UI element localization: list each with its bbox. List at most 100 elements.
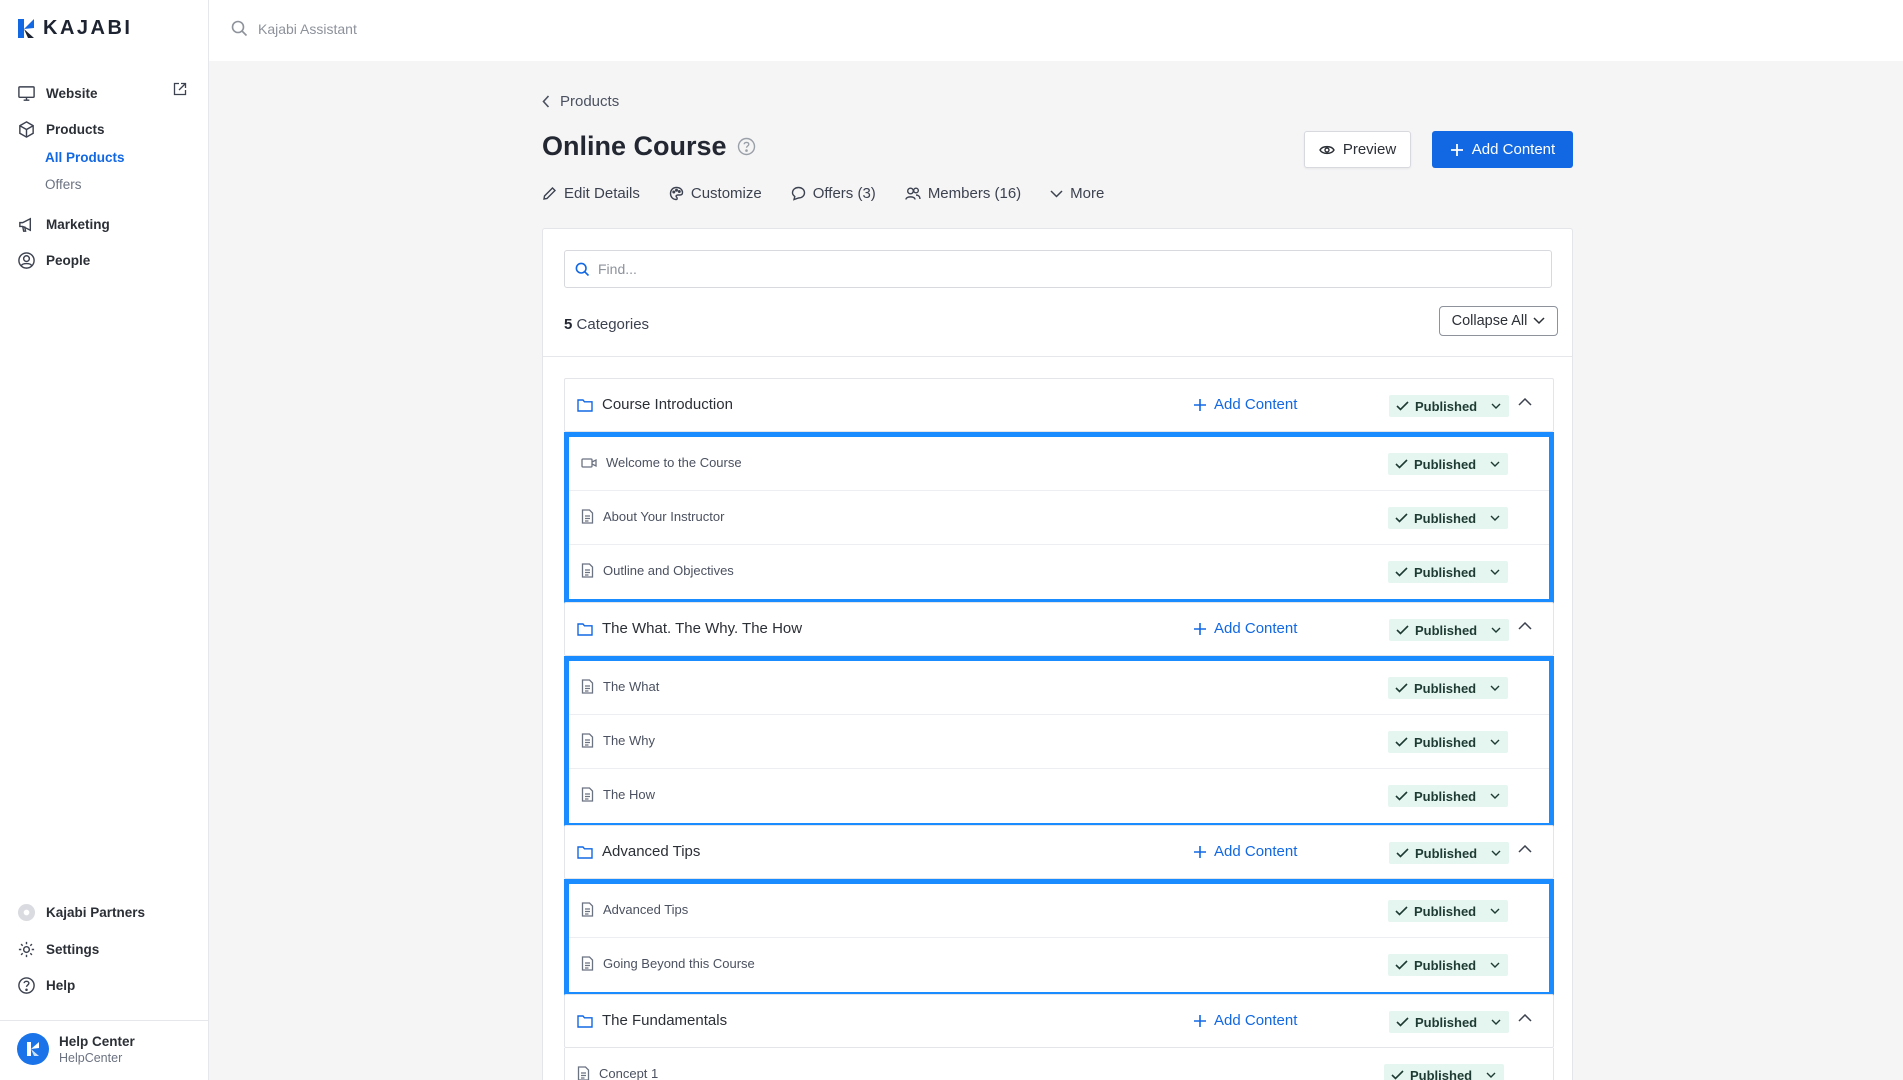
- document-icon: [581, 509, 594, 524]
- category-header[interactable]: Advanced Tips Add Content Published: [564, 825, 1554, 879]
- tab-edit-details[interactable]: Edit Details: [542, 185, 640, 202]
- category-header[interactable]: The What. The Why. The How Add Content Pub…: [564, 602, 1554, 656]
- category-add-content-button[interactable]: Add Content: [1193, 843, 1297, 860]
- chevron-down-icon: [1490, 962, 1500, 968]
- category-collapse-toggle[interactable]: [1518, 622, 1532, 630]
- help-circle-icon: [18, 977, 35, 994]
- status-dropdown[interactable]: Published: [1388, 900, 1508, 922]
- document-icon: [581, 902, 594, 917]
- lesson-row[interactable]: The What Published: [569, 661, 1549, 715]
- tab-label: Offers (3): [812, 185, 876, 202]
- category-header[interactable]: The Fundamentals Add Content Published: [564, 994, 1554, 1048]
- status-dropdown[interactable]: Published: [1389, 395, 1509, 417]
- status-dropdown[interactable]: Published: [1388, 561, 1508, 583]
- status-label: Published: [1414, 564, 1477, 580]
- status-dropdown[interactable]: Published: [1388, 507, 1508, 529]
- lesson-row[interactable]: The How Published: [569, 769, 1549, 823]
- folder-icon: [577, 622, 593, 636]
- chevron-down-icon: [1533, 317, 1545, 325]
- tag-icon: [791, 186, 805, 201]
- collapse-all-button[interactable]: Collapse All: [1439, 306, 1558, 336]
- lesson-row[interactable]: Welcome to the Course Published: [569, 437, 1549, 491]
- find-field[interactable]: [564, 250, 1552, 288]
- sidebar-item-all-products[interactable]: All Products: [45, 150, 125, 165]
- lesson-title: Going Beyond this Course: [581, 956, 755, 971]
- plus-icon: [1194, 845, 1206, 858]
- check-icon: [1395, 513, 1408, 523]
- lesson-row[interactable]: The Why Published: [569, 715, 1549, 769]
- status-dropdown[interactable]: Published: [1389, 1011, 1509, 1033]
- sidebar-item-website[interactable]: Website: [17, 84, 98, 103]
- chevron-down-icon: [1050, 189, 1063, 198]
- help-icon[interactable]: [737, 137, 756, 156]
- document-icon: [577, 1066, 590, 1080]
- lesson-title-text: The What: [603, 679, 660, 694]
- category: The Fundamentals Add Content Published Conc…: [564, 994, 1554, 1080]
- user-circle-icon: [18, 252, 35, 269]
- category-count-number: 5: [564, 316, 573, 333]
- sidebar-item-help[interactable]: Help: [17, 976, 75, 995]
- category-collapse-toggle[interactable]: [1518, 1014, 1532, 1022]
- sidebar-item-kajabi-partners[interactable]: Kajabi Partners: [17, 903, 145, 922]
- status-dropdown[interactable]: Published: [1389, 842, 1509, 864]
- external-link-icon[interactable]: [173, 82, 187, 96]
- category-collapse-toggle[interactable]: [1518, 845, 1532, 853]
- cube-icon: [19, 121, 34, 138]
- category-header[interactable]: Course Introduction Add Content Published: [564, 378, 1554, 432]
- sidebar-item-people[interactable]: People: [17, 251, 90, 270]
- sidebar-item-offers[interactable]: Offers: [45, 177, 82, 192]
- preview-button[interactable]: Preview: [1304, 131, 1411, 168]
- breadcrumb[interactable]: Products: [542, 93, 619, 110]
- document-icon: [581, 787, 594, 802]
- status-label: Published: [1415, 398, 1478, 414]
- lesson-title-text: The Why: [603, 733, 656, 748]
- category-collapse-toggle[interactable]: [1518, 398, 1532, 406]
- status-dropdown[interactable]: Published: [1388, 731, 1508, 753]
- chevron-down-icon: [1490, 908, 1500, 914]
- assistant-search[interactable]: Kajabi Assistant: [231, 20, 357, 37]
- add-content-button[interactable]: Add Content: [1432, 131, 1573, 168]
- category-title-text: The Fundamentals: [602, 1012, 728, 1029]
- partners-badge-icon: [17, 903, 36, 922]
- tab-customize[interactable]: Customize: [669, 185, 762, 202]
- tab-label: Customize: [690, 185, 762, 202]
- sidebar-item-marketing[interactable]: Marketing: [17, 215, 110, 234]
- find-input[interactable]: [598, 261, 1538, 277]
- lesson-row[interactable]: About Your Instructor Published: [569, 491, 1549, 545]
- tab-members[interactable]: Members (16): [905, 185, 1021, 202]
- lesson-title-text: Welcome to the Course: [606, 455, 742, 470]
- lesson-title: Outline and Objectives: [581, 563, 734, 578]
- sidebar-item-settings[interactable]: Settings: [17, 940, 99, 959]
- chevron-down-icon: [1491, 850, 1501, 856]
- status-dropdown[interactable]: Published: [1388, 785, 1508, 807]
- status-dropdown[interactable]: Published: [1384, 1064, 1504, 1080]
- lesson-row[interactable]: Concept 1 Published: [565, 1048, 1553, 1080]
- help-center-account[interactable]: Help Center HelpCenter: [17, 1033, 135, 1065]
- category-add-content-button[interactable]: Add Content: [1193, 1012, 1297, 1029]
- category-add-content-button[interactable]: Add Content: [1193, 620, 1297, 637]
- status-dropdown[interactable]: Published: [1388, 954, 1508, 976]
- sidebar-item-label: Website: [46, 86, 98, 101]
- status-dropdown[interactable]: Published: [1388, 453, 1508, 475]
- category-add-content-button[interactable]: Add Content: [1193, 396, 1297, 413]
- sidebar-item-products[interactable]: Products: [17, 120, 105, 139]
- lesson-row[interactable]: Advanced Tips Published: [569, 884, 1549, 938]
- assistant-search-placeholder: Kajabi Assistant: [258, 20, 357, 37]
- gear-icon: [18, 941, 35, 958]
- status-dropdown[interactable]: Published: [1389, 619, 1509, 641]
- kajabi-logo[interactable]: KAJABI: [18, 17, 132, 40]
- product-tabs: Edit Details Customize Offers (3) Member…: [542, 185, 1104, 202]
- lesson-row[interactable]: Going Beyond this Course Published: [569, 938, 1549, 992]
- sidebar-divider: [0, 1020, 209, 1021]
- search-icon: [231, 20, 248, 37]
- add-content-label: Add Content: [1214, 620, 1298, 637]
- lesson-title-text: Going Beyond this Course: [603, 956, 755, 971]
- tab-more[interactable]: More: [1050, 185, 1104, 202]
- category-title: Course Introduction: [577, 396, 733, 413]
- lesson-row[interactable]: Outline and Objectives Published: [569, 545, 1549, 599]
- chevron-down-icon: [1486, 1072, 1496, 1078]
- category-title: The What. The Why. The How: [577, 620, 802, 637]
- status-dropdown[interactable]: Published: [1388, 677, 1508, 699]
- tab-offers[interactable]: Offers (3): [791, 185, 876, 202]
- category-title: Advanced Tips: [577, 843, 700, 860]
